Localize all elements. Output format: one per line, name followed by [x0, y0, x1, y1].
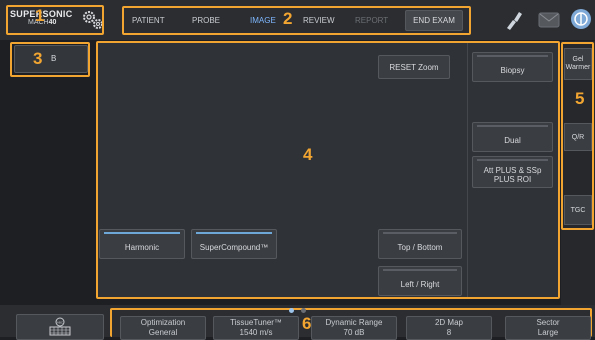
callout-3: 3	[33, 49, 43, 68]
param-2d-map[interactable]: 2D Map 8	[406, 316, 492, 340]
callout-5: 5	[575, 89, 585, 108]
page-dot-active[interactable]	[289, 308, 294, 313]
probe-holder-icon[interactable]	[503, 8, 525, 32]
callout-box-1	[6, 5, 104, 35]
supercompound-button[interactable]: SuperCompound™	[191, 229, 277, 259]
param-dynamic-range[interactable]: Dynamic Range 70 dB	[311, 316, 397, 340]
param-sector[interactable]: Sector Large	[505, 316, 591, 340]
tab-patient[interactable]: PATIENT	[132, 16, 165, 25]
harmonic-button[interactable]: Harmonic	[99, 229, 185, 259]
param-optimization[interactable]: Optimization General	[120, 316, 206, 340]
param-dynamic-range-name: Dynamic Range	[325, 318, 383, 327]
att-plus-button[interactable]: Att PLUS & SSp PLUS ROI	[472, 156, 553, 188]
help-icon[interactable]	[570, 8, 592, 30]
left-panel	[0, 40, 95, 305]
image-area-divider	[467, 43, 468, 297]
supercompound-label: SuperCompound™	[199, 242, 269, 252]
callout-1: 1	[35, 6, 45, 25]
mode-callout-box	[10, 42, 90, 77]
param-optimization-name: Optimization	[140, 318, 186, 327]
callout-2: 2	[283, 9, 293, 28]
tab-image[interactable]: IMAGE	[250, 16, 276, 25]
param-tissuetuner-name: TissueTuner™	[230, 318, 282, 327]
qr-button[interactable]: Q/R	[564, 123, 592, 151]
mode-label: B	[51, 54, 57, 63]
mail-icon[interactable]	[538, 12, 560, 28]
harmonic-label: Harmonic	[124, 242, 160, 252]
param-tissuetuner[interactable]: TissueTuner™ 1540 m/s	[213, 316, 299, 340]
page-dot[interactable]	[301, 308, 306, 313]
biopsy-label: Biopsy	[500, 65, 525, 75]
svg-text:ABC: ABC	[57, 321, 64, 325]
att-plus-label: Att PLUS & SSp PLUS ROI	[483, 166, 542, 184]
callout-4: 4	[303, 145, 313, 164]
tab-review[interactable]: REVIEW	[303, 16, 335, 25]
left-right-label: Left / Right	[400, 279, 440, 289]
dual-label: Dual	[504, 135, 521, 145]
gel-warmer-button[interactable]: Gel Warmer	[564, 48, 592, 80]
tab-report[interactable]: REPORT	[355, 16, 388, 25]
reset-zoom-button[interactable]: RESET Zoom	[378, 55, 450, 79]
tgc-button[interactable]: TGC	[564, 195, 592, 225]
tab-probe[interactable]: PROBE	[192, 16, 220, 25]
top-bottom-button[interactable]: Top / Bottom	[378, 229, 462, 259]
end-exam-button[interactable]: END EXAM	[405, 10, 463, 31]
top-bottom-label: Top / Bottom	[397, 242, 443, 252]
keyboard-button[interactable]: ABC	[16, 314, 104, 340]
left-right-button[interactable]: Left / Right	[378, 266, 462, 296]
dual-button[interactable]: Dual	[472, 122, 553, 152]
param-2d-map-name: 2D Map	[434, 318, 463, 327]
biopsy-button[interactable]: Biopsy	[472, 52, 553, 82]
keyboard-icon: ABC	[49, 317, 71, 336]
param-sector-name: Sector	[536, 318, 560, 327]
